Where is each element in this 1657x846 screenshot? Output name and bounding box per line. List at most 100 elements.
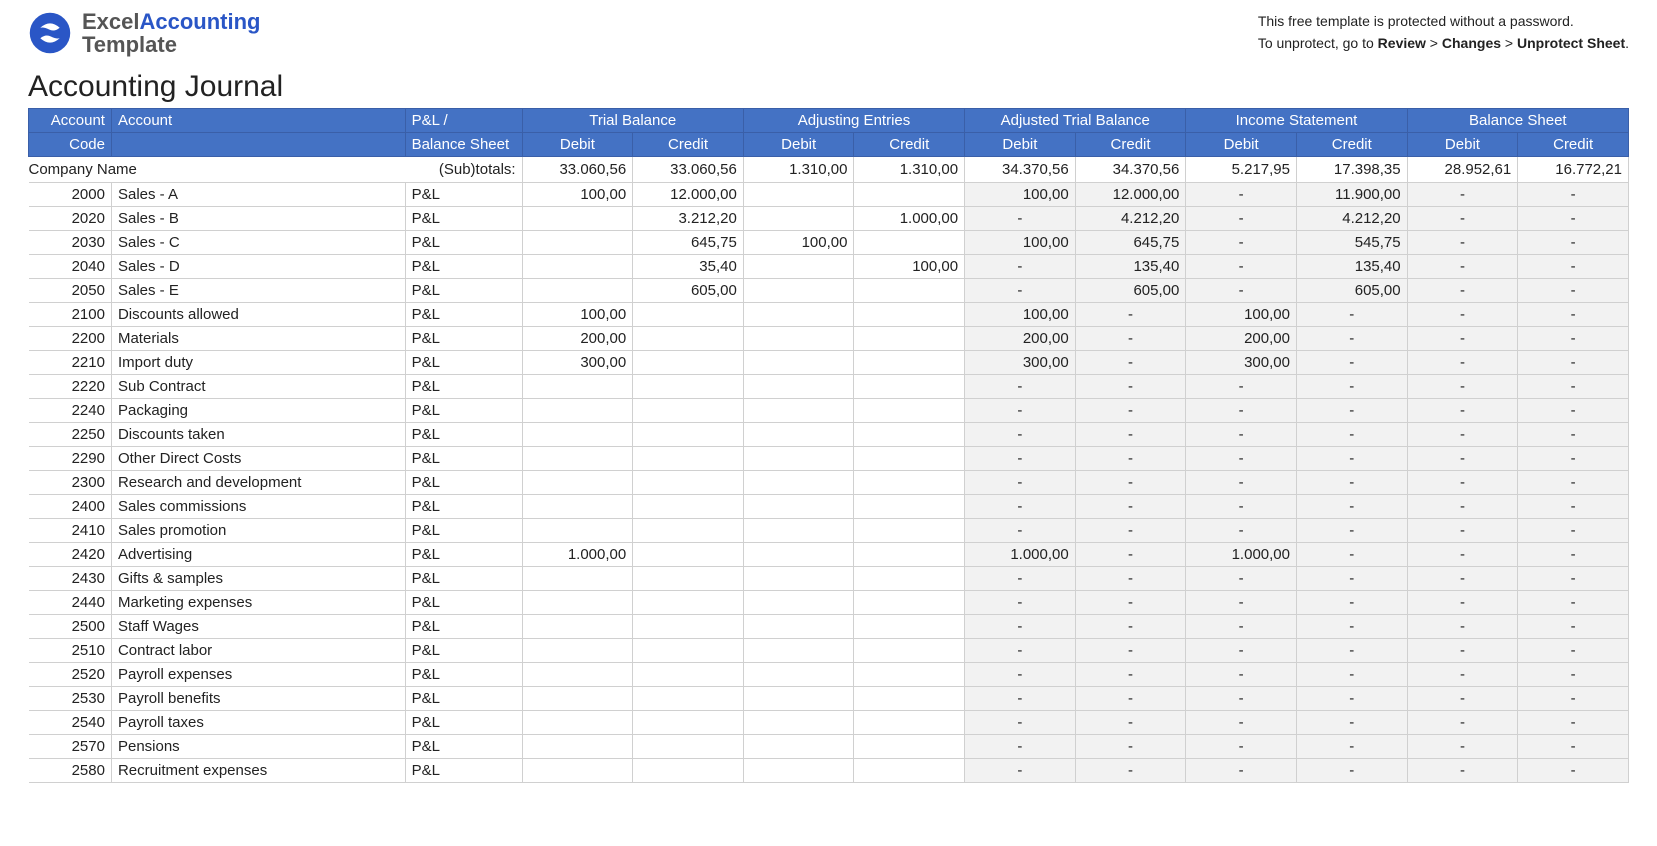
- cell[interactable]: [633, 351, 744, 375]
- cell[interactable]: [522, 471, 633, 495]
- cell[interactable]: 2290: [29, 447, 112, 471]
- cell[interactable]: 2410: [29, 519, 112, 543]
- cell[interactable]: Sales - E: [111, 279, 405, 303]
- cell[interactable]: 100,00: [743, 231, 854, 255]
- cell[interactable]: Discounts taken: [111, 423, 405, 447]
- cell[interactable]: 12.000,00: [633, 183, 744, 207]
- cell[interactable]: Sales - C: [111, 231, 405, 255]
- cell[interactable]: Import duty: [111, 351, 405, 375]
- cell[interactable]: [633, 447, 744, 471]
- cell[interactable]: [633, 495, 744, 519]
- cell[interactable]: Sales commissions: [111, 495, 405, 519]
- cell[interactable]: Sales - A: [111, 183, 405, 207]
- cell[interactable]: [522, 663, 633, 687]
- cell[interactable]: [522, 447, 633, 471]
- subtotal-cell[interactable]: 16.772,21: [1518, 157, 1629, 183]
- cell[interactable]: [743, 279, 854, 303]
- cell[interactable]: [854, 279, 965, 303]
- cell[interactable]: [522, 615, 633, 639]
- cell[interactable]: [854, 687, 965, 711]
- cell[interactable]: 2420: [29, 543, 112, 567]
- cell[interactable]: 2250: [29, 423, 112, 447]
- cell[interactable]: 2440: [29, 591, 112, 615]
- cell[interactable]: [522, 711, 633, 735]
- cell[interactable]: Sales - D: [111, 255, 405, 279]
- cell[interactable]: P&L: [405, 495, 522, 519]
- cell[interactable]: [522, 423, 633, 447]
- cell[interactable]: Payroll benefits: [111, 687, 405, 711]
- cell[interactable]: [743, 375, 854, 399]
- subtotal-cell[interactable]: 34.370,56: [1075, 157, 1186, 183]
- cell[interactable]: [854, 351, 965, 375]
- cell[interactable]: [522, 759, 633, 783]
- cell[interactable]: 2530: [29, 687, 112, 711]
- cell[interactable]: [743, 471, 854, 495]
- cell[interactable]: [633, 759, 744, 783]
- cell[interactable]: [633, 687, 744, 711]
- cell[interactable]: [854, 711, 965, 735]
- cell[interactable]: [854, 327, 965, 351]
- cell[interactable]: [854, 375, 965, 399]
- cell[interactable]: [522, 399, 633, 423]
- cell[interactable]: [522, 687, 633, 711]
- cell[interactable]: [743, 303, 854, 327]
- cell[interactable]: Staff Wages: [111, 615, 405, 639]
- cell[interactable]: P&L: [405, 447, 522, 471]
- cell[interactable]: 2050: [29, 279, 112, 303]
- cell[interactable]: Advertising: [111, 543, 405, 567]
- cell[interactable]: [743, 423, 854, 447]
- cell[interactable]: [854, 567, 965, 591]
- cell[interactable]: [522, 231, 633, 255]
- subtotal-cell[interactable]: 1.310,00: [743, 157, 854, 183]
- cell[interactable]: [854, 543, 965, 567]
- cell[interactable]: 2100: [29, 303, 112, 327]
- cell[interactable]: P&L: [405, 423, 522, 447]
- cell[interactable]: P&L: [405, 303, 522, 327]
- cell[interactable]: 2400: [29, 495, 112, 519]
- cell[interactable]: P&L: [405, 351, 522, 375]
- cell[interactable]: P&L: [405, 327, 522, 351]
- cell[interactable]: Payroll expenses: [111, 663, 405, 687]
- cell[interactable]: P&L: [405, 567, 522, 591]
- cell[interactable]: [743, 255, 854, 279]
- cell[interactable]: 35,40: [633, 255, 744, 279]
- cell[interactable]: 2510: [29, 639, 112, 663]
- cell[interactable]: 2030: [29, 231, 112, 255]
- cell[interactable]: [854, 663, 965, 687]
- cell[interactable]: P&L: [405, 255, 522, 279]
- cell[interactable]: Packaging: [111, 399, 405, 423]
- subtotal-cell[interactable]: 17.398,35: [1296, 157, 1407, 183]
- cell[interactable]: [522, 207, 633, 231]
- cell[interactable]: [743, 735, 854, 759]
- cell[interactable]: [633, 639, 744, 663]
- cell[interactable]: 100,00: [522, 183, 633, 207]
- cell[interactable]: Recruitment expenses: [111, 759, 405, 783]
- cell[interactable]: 100,00: [854, 255, 965, 279]
- cell[interactable]: Sales - B: [111, 207, 405, 231]
- cell[interactable]: P&L: [405, 183, 522, 207]
- cell[interactable]: [743, 711, 854, 735]
- cell[interactable]: P&L: [405, 543, 522, 567]
- cell[interactable]: [743, 663, 854, 687]
- cell[interactable]: [743, 759, 854, 783]
- cell[interactable]: P&L: [405, 207, 522, 231]
- cell[interactable]: 645,75: [633, 231, 744, 255]
- cell[interactable]: [854, 183, 965, 207]
- cell[interactable]: P&L: [405, 471, 522, 495]
- cell[interactable]: [743, 687, 854, 711]
- subtotal-cell[interactable]: 33.060,56: [522, 157, 633, 183]
- cell[interactable]: [743, 183, 854, 207]
- cell[interactable]: [854, 471, 965, 495]
- cell[interactable]: [743, 591, 854, 615]
- cell[interactable]: [633, 591, 744, 615]
- cell[interactable]: [743, 351, 854, 375]
- cell[interactable]: P&L: [405, 687, 522, 711]
- cell[interactable]: [633, 735, 744, 759]
- cell[interactable]: Contract labor: [111, 639, 405, 663]
- cell[interactable]: [743, 519, 854, 543]
- cell[interactable]: 2040: [29, 255, 112, 279]
- cell[interactable]: [743, 447, 854, 471]
- cell[interactable]: [633, 615, 744, 639]
- cell[interactable]: [633, 327, 744, 351]
- cell[interactable]: [633, 663, 744, 687]
